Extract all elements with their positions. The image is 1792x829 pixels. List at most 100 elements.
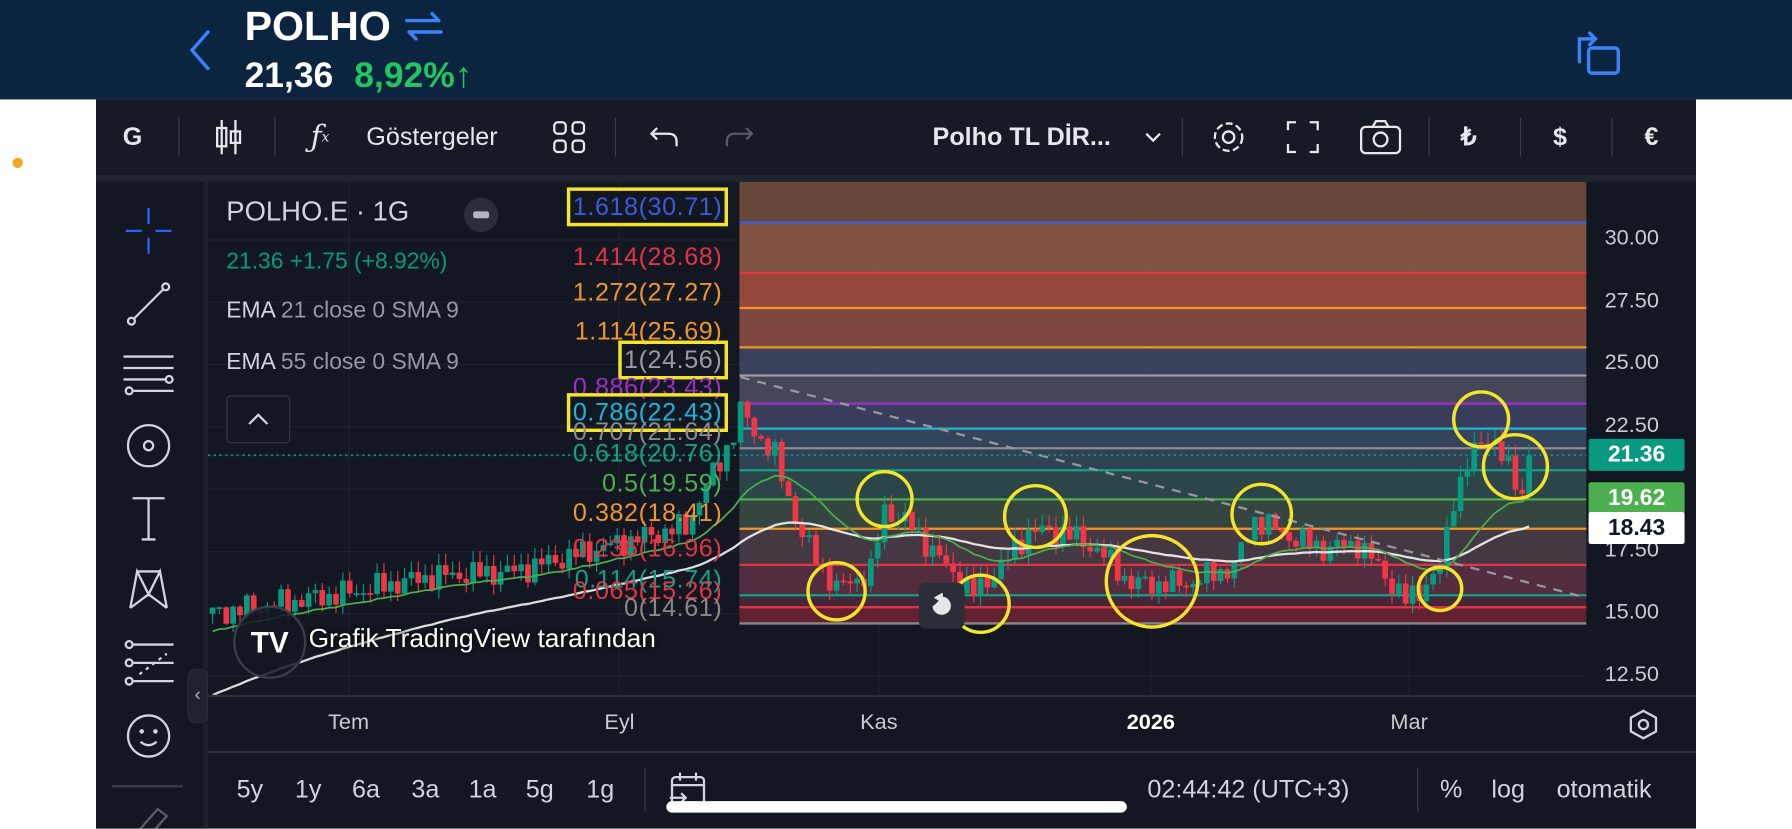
projection-tool-icon[interactable] — [123, 638, 174, 688]
candle-body — [1087, 546, 1094, 552]
candle-body — [1341, 539, 1347, 547]
emoji-smiley-icon[interactable] — [123, 711, 173, 761]
candle-body — [1121, 575, 1128, 581]
fullscreen-icon[interactable] — [1282, 99, 1323, 174]
candle-body — [970, 577, 977, 596]
legend-title: POLHO.E · 1G — [226, 196, 410, 228]
axis-settings-icon[interactable] — [1627, 709, 1659, 741]
log-scale-button[interactable]: log — [1491, 775, 1525, 805]
candle-body — [1135, 577, 1142, 590]
candle-body — [230, 606, 236, 624]
candle-body — [360, 593, 367, 595]
candle-body — [1464, 469, 1471, 477]
currency-usd-button[interactable]: $ — [1543, 99, 1577, 174]
rotate-screen-icon[interactable] — [1570, 27, 1623, 80]
range-button-1g[interactable]: 1g — [586, 775, 614, 805]
brush-circle-icon[interactable] — [123, 421, 173, 471]
layout-name[interactable]: Polho TL DİR... — [919, 99, 1125, 174]
auto-scale-button[interactable]: otomatik — [1557, 775, 1652, 805]
candle-body — [1039, 525, 1046, 533]
fib-band — [739, 347, 1587, 376]
candle-body — [285, 589, 291, 612]
candle-body — [1334, 539, 1340, 547]
collapse-toolbar-button[interactable]: ‹ — [187, 668, 208, 724]
tradingview-attribution[interactable]: Grafik TradingView tarafından — [309, 623, 656, 654]
candle-body — [799, 523, 806, 538]
candle-body — [785, 481, 792, 497]
range-button-6a[interactable]: 6a — [352, 775, 380, 805]
fib-label-0.5: 0.5(19.59) — [601, 468, 723, 498]
swap-arrows-icon[interactable] — [402, 11, 445, 41]
crosshair-icon[interactable] — [123, 206, 173, 256]
candle-body — [1224, 569, 1231, 579]
reset-chart-button[interactable] — [918, 582, 965, 629]
text-tool-icon[interactable] — [123, 494, 173, 544]
candle-body — [1443, 526, 1450, 570]
templates-grid-icon[interactable] — [549, 99, 590, 174]
candle-body — [483, 565, 490, 577]
time-tick: Kas — [860, 710, 898, 735]
undo-icon[interactable] — [645, 99, 684, 174]
fib-retracement-icon[interactable] — [123, 350, 174, 400]
back-chevron-icon[interactable] — [183, 25, 217, 75]
candle-body — [1155, 581, 1162, 594]
time-tick: Mar — [1390, 710, 1428, 735]
candle-body — [1169, 570, 1176, 593]
candle-body — [922, 528, 929, 557]
candle-body — [1450, 511, 1457, 527]
candle-body — [305, 593, 312, 607]
ema21-legend[interactable]: EMA 21 close 0 SMA 9 — [226, 298, 459, 324]
pattern-tool-icon[interactable] — [123, 565, 173, 615]
candle-body — [387, 581, 394, 592]
candle-body — [888, 504, 895, 522]
candle-body — [874, 542, 881, 559]
candles-icon[interactable] — [206, 99, 252, 174]
range-button-5y[interactable]: 5y — [237, 775, 264, 805]
chevron-down-icon[interactable] — [1141, 99, 1166, 174]
candle-body — [339, 580, 346, 605]
fib-label-1.414: 1.414(28.68) — [572, 242, 723, 271]
candle-body — [1073, 525, 1080, 540]
ema55-legend[interactable]: EMA 55 close 0 SMA 9 — [226, 350, 459, 376]
camera-icon[interactable] — [1358, 99, 1404, 174]
candle-body — [1265, 514, 1272, 535]
ruler-icon[interactable] — [123, 800, 173, 829]
percent-scale-button[interactable]: % — [1440, 775, 1462, 805]
symbol-header: POLHO 21,36 8,92%↑ — [0, 0, 1792, 100]
legend-hide-button[interactable] — [463, 197, 499, 232]
ema-name: EMA — [226, 349, 275, 375]
candle-body — [744, 401, 751, 418]
indicators-button[interactable]: Göstergeler — [352, 99, 512, 174]
trend-line-icon[interactable] — [123, 279, 173, 329]
fib-band — [739, 528, 1587, 565]
price-change: 8,92%↑ — [354, 54, 473, 95]
fib-band — [739, 272, 1587, 309]
interval-button[interactable]: G — [112, 99, 153, 174]
ema-params: 21 close 0 SMA 9 — [280, 298, 459, 324]
range-button-5g[interactable]: 5g — [526, 775, 554, 805]
candle-body — [1176, 570, 1183, 586]
candle-body — [730, 442, 737, 446]
function-icon[interactable]: ƒx — [299, 99, 340, 174]
redo-icon[interactable] — [720, 99, 759, 174]
candle-body — [1142, 576, 1148, 579]
settings-gear-icon[interactable] — [1207, 99, 1250, 174]
currency-eur-button[interactable]: € — [1634, 99, 1668, 174]
currency-try-button[interactable]: ₺ — [1451, 99, 1485, 174]
fib-band — [739, 181, 1587, 223]
legend-collapse-button[interactable] — [226, 395, 291, 444]
price-tick: 22.50 — [1604, 413, 1659, 438]
candle-body — [1183, 585, 1190, 588]
range-button-1y[interactable]: 1y — [295, 775, 322, 805]
fib-band — [739, 448, 1587, 471]
range-button-1a[interactable]: 1a — [469, 775, 497, 805]
range-button-3a[interactable]: 3a — [411, 775, 439, 805]
tradingview-logo[interactable]: TV — [233, 605, 307, 679]
candle-body — [531, 558, 538, 583]
candle-body — [1032, 529, 1039, 533]
bottom-divider — [207, 750, 1696, 754]
clock-time[interactable]: 02:44:42 (UTC+3) — [1147, 775, 1349, 805]
candle-body — [984, 577, 991, 588]
candle-body — [545, 554, 552, 565]
candle-body — [1519, 489, 1526, 494]
